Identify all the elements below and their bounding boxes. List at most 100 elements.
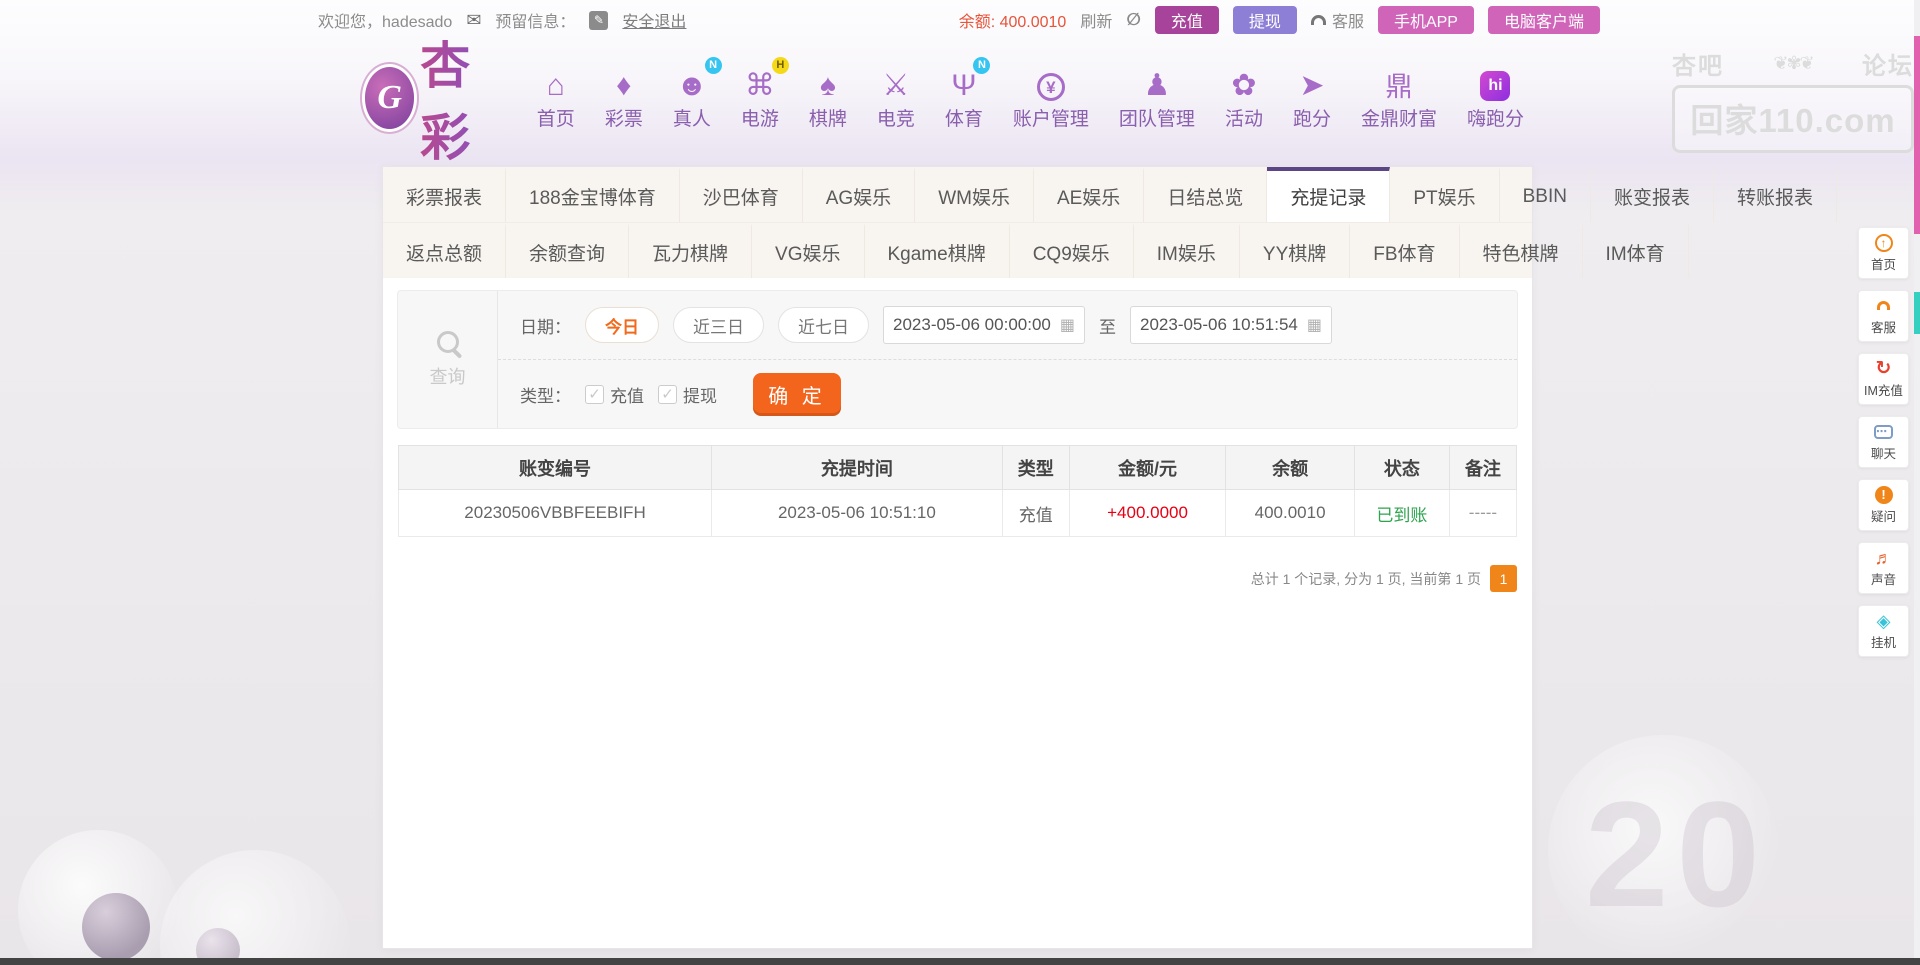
date-to-input[interactable]: 2023-05-06 10:51:54 ▦ <box>1130 306 1332 344</box>
home-icon: ⌂ <box>547 65 565 101</box>
tab-lottery-report[interactable]: 彩票报表 <box>383 167 506 222</box>
type-label: 类型： <box>520 382 571 407</box>
refresh-link[interactable]: 刷新 <box>1080 8 1112 32</box>
tab-ag[interactable]: AG娱乐 <box>803 167 915 222</box>
footer-dark-bar <box>0 958 1920 965</box>
recharge-checkbox[interactable]: ✓ <box>585 385 604 404</box>
tab-im-casino[interactable]: IM娱乐 <box>1134 223 1240 278</box>
esports-gamepad-icon: ⚔ <box>882 65 909 101</box>
reserved-info-label: 预留信息： <box>495 8 575 32</box>
date-from-input[interactable]: 2023-05-06 00:00:00 ▦ <box>883 306 1085 344</box>
watermark-left: 杏吧 <box>1672 46 1724 81</box>
main-nav: ⌂ 首页 ♦ 彩票 ☻N 真人 ⌘H 电游 ♠ 棋牌 ⚔ 电竞 ΨN 体育 ¥ <box>526 65 1535 131</box>
side-item-home[interactable]: ↑ 首页 <box>1858 227 1909 279</box>
side-item-idle[interactable]: ◈ 挂机 <box>1858 605 1909 657</box>
service-link[interactable]: 客服 <box>1311 8 1364 32</box>
records-table: 账变编号 充提时间 类型 金额/元 余额 状态 备注 20230506VBBFE… <box>398 445 1517 537</box>
table-row: 20230506VBBFEEBIFH 2023-05-06 10:51:10 充… <box>399 490 1517 537</box>
sports-trophy-icon: ΨN <box>951 65 976 101</box>
header-time: 充提时间 <box>712 446 1003 490</box>
hide-balance-eye-icon[interactable]: ∅ <box>1126 10 1141 30</box>
preset-today-button[interactable]: 今日 <box>585 307 659 343</box>
tab-ae[interactable]: AE娱乐 <box>1034 167 1144 222</box>
pagination-summary: 总计 1 个记录, 分为 1 页, 当前第 1 页 <box>1251 569 1481 589</box>
calendar-icon[interactable]: ▦ <box>1060 315 1075 335</box>
withdraw-checkbox[interactable]: ✓ <box>658 385 677 404</box>
nav-item-sports[interactable]: ΨN 体育 <box>934 65 994 131</box>
tab-pt[interactable]: PT娱乐 <box>1390 167 1499 222</box>
tab-kgame[interactable]: Kgame棋牌 <box>865 223 1010 278</box>
tripod-icon: 鼎 <box>1385 65 1412 101</box>
tab-deposit-withdraw-records[interactable]: 充提记录 <box>1267 167 1390 222</box>
nav-item-live-casino[interactable]: ☻N 真人 <box>662 65 722 131</box>
nav-item-egames[interactable]: ⌘H 电游 <box>730 65 790 131</box>
cell-remark: ----- <box>1449 490 1516 537</box>
pc-client-button[interactable]: 电脑客户端 <box>1488 6 1600 34</box>
scrollbar-thumb-pink[interactable] <box>1914 36 1920 234</box>
date-filter-row: 日期： 今日 近三日 近七日 2023-05-06 00:00:00 ▦ 至 2… <box>498 291 1517 360</box>
tab-transfer-report[interactable]: 转账报表 <box>1714 167 1837 222</box>
tab-bbin[interactable]: BBIN <box>1500 167 1591 222</box>
scrollbar-thumb-teal[interactable] <box>1914 292 1920 334</box>
side-item-sound[interactable]: ♬ 声音 <box>1858 542 1909 594</box>
side-item-question[interactable]: ! 疑问 <box>1858 479 1909 531</box>
tab-wm[interactable]: WM娱乐 <box>915 167 1034 222</box>
nav-item-team[interactable]: ♟ 团队管理 <box>1108 65 1206 131</box>
nav-item-board-games[interactable]: ♠ 棋牌 <box>798 65 858 131</box>
page-1-button[interactable]: 1 <box>1490 565 1517 592</box>
calendar-icon[interactable]: ▦ <box>1307 315 1322 335</box>
main-panel: 彩票报表 188金宝博体育 沙巴体育 AG娱乐 WM娱乐 AE娱乐 日结总览 充… <box>382 166 1533 949</box>
tab-yy-games[interactable]: YY棋牌 <box>1240 223 1350 278</box>
header-account-change-id: 账变编号 <box>399 446 712 490</box>
recharge-checkbox-label[interactable]: 充值 <box>610 382 644 407</box>
tab-rebate-total[interactable]: 返点总额 <box>383 223 506 278</box>
live-casino-icon: ☻N <box>676 65 708 101</box>
nav-item-home[interactable]: ⌂ 首页 <box>526 65 586 131</box>
tab-special-games[interactable]: 特色棋牌 <box>1460 223 1583 278</box>
withdraw-button[interactable]: 提现 <box>1233 6 1297 34</box>
background-numerals: 20 <box>1585 768 1768 941</box>
nav-item-lottery[interactable]: ♦ 彩票 <box>594 65 654 131</box>
nav-item-jinding-wealth[interactable]: 鼎 金鼎财富 <box>1350 65 1448 131</box>
tab-cq9[interactable]: CQ9娱乐 <box>1010 223 1134 278</box>
date-label: 日期： <box>520 313 571 338</box>
report-tabs-row1: 彩票报表 188金宝博体育 沙巴体育 AG娱乐 WM娱乐 AE娱乐 日结总览 充… <box>383 167 1532 223</box>
nav-item-promotions[interactable]: ✿ 活动 <box>1214 65 1274 131</box>
side-item-service[interactable]: 客服 <box>1858 290 1909 342</box>
nav-item-hi-paofen[interactable]: hi 嗨跑分 <box>1456 65 1535 131</box>
bokeh-ball <box>82 893 150 961</box>
mobile-app-button[interactable]: 手机APP <box>1378 6 1474 34</box>
preset-7days-button[interactable]: 近七日 <box>778 307 869 343</box>
logout-link[interactable]: 安全退出 <box>622 8 686 32</box>
cell-time: 2023-05-06 10:51:10 <box>712 490 1003 537</box>
tab-wali-games[interactable]: 瓦力棋牌 <box>629 223 752 278</box>
hot-badge: H <box>772 57 789 74</box>
side-item-chat[interactable]: ⋯ 聊天 <box>1858 416 1909 468</box>
team-people-icon: ♟ <box>1143 65 1170 101</box>
headset-icon <box>1311 15 1326 25</box>
confirm-button[interactable]: 确 定 <box>753 373 841 416</box>
tab-saba-sports[interactable]: 沙巴体育 <box>680 167 803 222</box>
type-filter-row: 类型： ✓ 充值 ✓ 提现 确 定 <box>498 360 1517 428</box>
floating-side-nav: ↑ 首页 客服 ↻ IM充值 ⋯ 聊天 ! 疑问 ♬ 声音 ◈ 挂机 <box>1858 227 1909 657</box>
site-logo[interactable]: G 杏彩 <box>365 26 500 170</box>
account-coin-icon: ¥ <box>1037 65 1065 101</box>
report-tabs-row2: 返点总额 余额查询 瓦力棋牌 VG娱乐 Kgame棋牌 CQ9娱乐 IM娱乐 Y… <box>383 223 1532 278</box>
tab-im-sports[interactable]: IM体育 <box>1583 223 1689 278</box>
preset-3days-button[interactable]: 近三日 <box>673 307 764 343</box>
header-type: 类型 <box>1002 446 1069 490</box>
tab-balance-query[interactable]: 余额查询 <box>506 223 629 278</box>
nav-item-account[interactable]: ¥ 账户管理 <box>1002 65 1100 131</box>
watermark: 杏吧 ❦✾❦ 论坛 回家110.com <box>1672 46 1914 153</box>
edit-pencil-icon[interactable]: ✎ <box>589 11 608 30</box>
nav-item-paofen[interactable]: ➤ 跑分 <box>1282 65 1342 131</box>
tab-daily-summary[interactable]: 日结总览 <box>1144 167 1267 222</box>
recharge-button[interactable]: 充值 <box>1155 6 1219 34</box>
tab-fb-sports[interactable]: FB体育 <box>1350 223 1459 278</box>
tab-vg[interactable]: VG娱乐 <box>752 223 864 278</box>
side-item-im-recharge[interactable]: ↻ IM充值 <box>1858 353 1909 405</box>
tab-account-change-report[interactable]: 账变报表 <box>1591 167 1714 222</box>
withdraw-checkbox-label[interactable]: 提现 <box>683 382 717 407</box>
nav-item-esports[interactable]: ⚔ 电竞 <box>866 65 926 131</box>
tab-188-sports[interactable]: 188金宝博体育 <box>506 167 680 222</box>
